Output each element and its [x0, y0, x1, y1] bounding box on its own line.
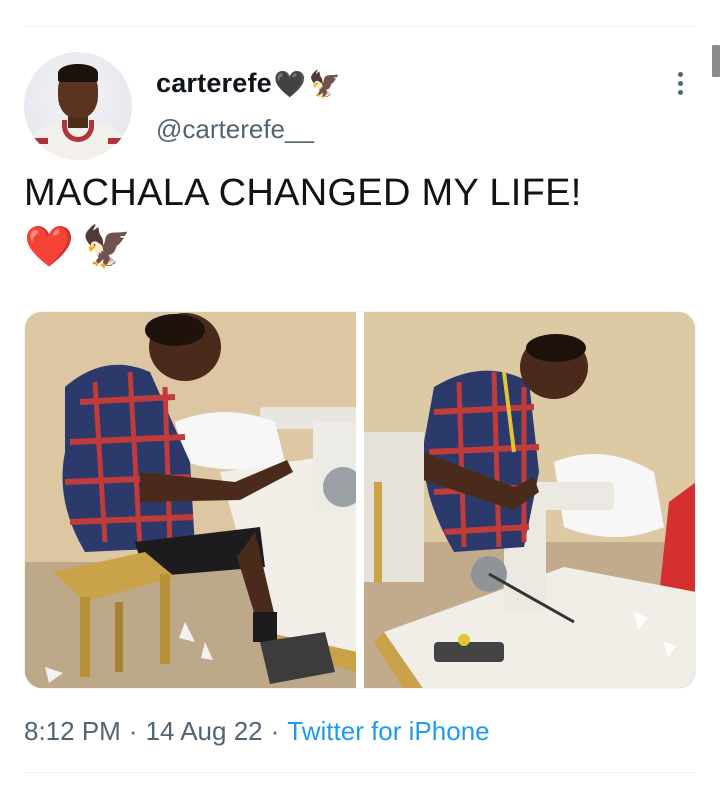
tweet-text: MACHALA CHANGED MY LIFE!: [24, 172, 582, 214]
avatar[interactable]: [24, 52, 132, 160]
tweet-photo-1[interactable]: [25, 312, 356, 688]
tweet-media: [24, 311, 696, 689]
tweet-source-link[interactable]: Twitter for iPhone: [287, 716, 489, 747]
bottom-divider: [24, 772, 696, 773]
red-heart-emoji: ❤️: [24, 225, 74, 269]
tweet-emoji-row: ❤️ 🦅: [24, 222, 132, 272]
black-heart-emoji: 🖤: [273, 68, 307, 99]
avatar-sleeve-right: [108, 138, 122, 144]
display-name-text[interactable]: carterefe: [156, 68, 272, 99]
photo-2-illustration: [364, 312, 695, 688]
tweet-meta: 8:12 PM · 14 Aug 22 · Twitter for iPhone: [24, 716, 490, 747]
tweet-photo-2[interactable]: [364, 312, 695, 688]
meta-separator: ·: [128, 716, 138, 746]
user-handle[interactable]: @carterefe__: [156, 114, 314, 145]
eagle-emoji: 🦅: [81, 225, 132, 269]
meta-separator: ·: [270, 716, 280, 746]
avatar-hair: [58, 64, 98, 82]
more-dot: [677, 71, 683, 77]
tweet-time[interactable]: 8:12 PM: [24, 716, 121, 747]
photo-1-illustration: [25, 312, 356, 688]
more-horizontal-icon[interactable]: [670, 66, 690, 100]
eagle-emoji: 🦅: [308, 68, 342, 99]
more-dot: [677, 89, 683, 95]
display-name[interactable]: carterefe 🖤 🦅: [156, 68, 341, 99]
tweet-date[interactable]: 14 Aug 22: [146, 716, 263, 747]
avatar-sleeve-left: [34, 138, 48, 144]
tweet: carterefe 🖤 🦅 @carterefe__ MACHALA CHANG…: [0, 0, 720, 793]
more-dot: [677, 80, 683, 86]
